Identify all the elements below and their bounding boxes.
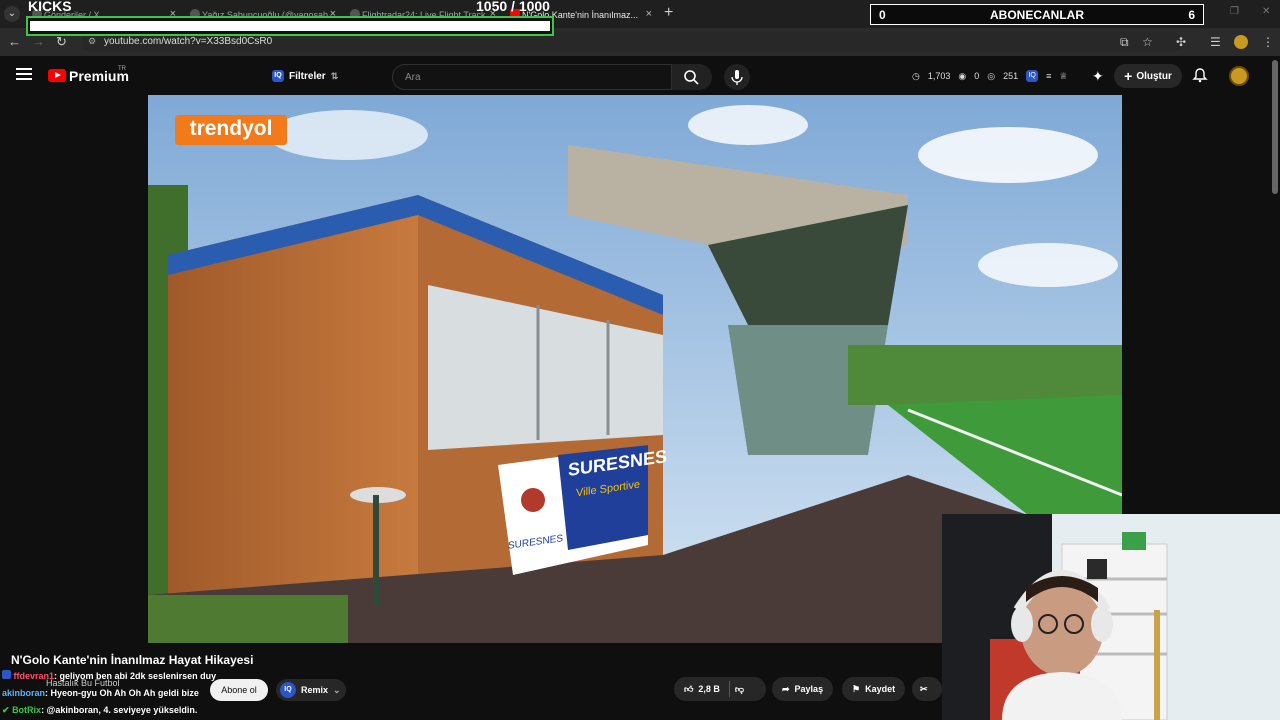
goal-counter: 1050 / 1000 (476, 0, 550, 14)
webcam-image (942, 514, 1280, 720)
goal-target: 1000 (518, 0, 550, 14)
abone-title: ABONECANLAR (990, 7, 1084, 22)
extension-icon[interactable]: IQ (1026, 70, 1039, 82)
goal-separator: / (511, 0, 515, 14)
menu-dots-icon[interactable]: ⋮ (1262, 35, 1274, 49)
reload-icon[interactable]: ↻ (56, 34, 67, 50)
verified-check-icon: ✔ (2, 705, 10, 715)
comment-icon: ◎ (987, 70, 996, 81)
youtube-header: Premium TR IQ Filtreler ⇅ Ara ◷ 1,703 ◉ … (0, 56, 1280, 96)
trophy-icon[interactable]: ♕ (1059, 71, 1067, 82)
goal-current: 1050 (476, 0, 508, 14)
chat-badge-icon (2, 670, 11, 679)
divider (728, 681, 730, 697)
bookmark-icon: ⚑ (852, 683, 861, 694)
sponsor-logo-text: trendyol (189, 117, 273, 140)
thumbs-down-icon[interactable]: 👎︎ (735, 684, 744, 695)
remix-label: Remix (301, 685, 329, 695)
eye-icon: ◉ (958, 70, 967, 81)
thumbs-up-icon: 👍︎ (684, 683, 694, 694)
tab-search-icon[interactable]: ⌄ (4, 6, 20, 22)
extensions-icon[interactable]: ✣ (1176, 35, 1186, 49)
goal-progress-fill (30, 21, 550, 31)
clip-button[interactable]: ✂ (912, 677, 942, 701)
goal-progress-bar (26, 16, 554, 36)
region-label: TR (118, 66, 126, 72)
notifications-bell-icon[interactable] (1192, 67, 1208, 83)
chat-user: ffdevran1 (13, 671, 55, 681)
back-icon[interactable]: ← (8, 34, 21, 49)
bookmark-star-icon[interactable]: ☆ (1142, 35, 1153, 49)
page-scrollbar[interactable] (1272, 60, 1278, 194)
search-placeholder: Ara (405, 72, 421, 83)
filters-label: Filtreler (289, 70, 326, 82)
webcam-overlay (942, 514, 1280, 720)
extension-stats: ◷ 1,703 ◉ 0 ◎ 251 IQ ≡ ♕ (912, 70, 1068, 82)
save-label: Kaydet (865, 684, 896, 694)
site-info-icon[interactable]: ⚙ (88, 36, 99, 47)
chat-text: : @akinboran, 4. seviyeye yükseldin. (41, 705, 198, 715)
share-label: Paylaş (794, 684, 824, 694)
new-tab-icon[interactable]: + (664, 4, 673, 22)
close-window-icon[interactable]: ✕ (1262, 6, 1270, 17)
list-icon[interactable]: ≡ (1046, 71, 1051, 81)
stat-one: 1,703 (927, 71, 951, 81)
chat-user: akinboran (2, 688, 46, 698)
install-icon[interactable]: ⧉ (1120, 35, 1129, 50)
extension-icon: IQ (272, 70, 284, 82)
chat-user: BotRix (12, 705, 42, 715)
gift-icon[interactable]: ✦ (1092, 68, 1104, 85)
voice-search-button[interactable] (724, 64, 750, 90)
extension-icon: IQ (280, 682, 296, 698)
remix-button[interactable]: IQ Remix ⌄ (276, 679, 346, 701)
search-input[interactable]: Ara (392, 64, 672, 90)
chat-text: : geliyom ben abi 2dk seslenirsen duy (54, 671, 217, 681)
chat-message: akinboran: Hyeon-gyu Oh Ah Oh Ah geldi b… (2, 688, 199, 698)
scissors-icon: ✂ (920, 683, 928, 694)
youtube-logo-icon[interactable] (48, 69, 66, 82)
create-button[interactable]: + Oluştur (1114, 64, 1182, 88)
abone-left-count: 0 (879, 7, 886, 22)
clock-icon: ◷ (912, 70, 920, 81)
video-title: N'Golo Kante'nin İnanılmaz Hayat Hikayes… (11, 653, 254, 667)
sliders-icon: ⇅ (330, 70, 339, 81)
plus-icon: + (1124, 68, 1133, 84)
subscriber-goal-box: 0 ABONECANLAR 6 (870, 4, 1204, 25)
search-button[interactable] (672, 64, 712, 90)
like-count: 2,8 B (698, 684, 720, 694)
chat-message: ffdevran1: geliyom ben abi 2dk seslenirs… (2, 670, 216, 681)
menu-icon[interactable] (16, 68, 32, 80)
restore-icon[interactable]: ❐ (1230, 6, 1239, 17)
reading-list-icon[interactable]: ☰ (1210, 35, 1221, 49)
filters-button[interactable]: IQ Filtreler ⇅ (264, 64, 346, 88)
like-button[interactable]: 👍︎ 2,8 B 👎︎ (674, 677, 766, 701)
create-label: Oluştur (1136, 70, 1172, 82)
stat-two: 0 (974, 71, 980, 81)
share-icon: ➦ (782, 683, 790, 694)
stat-three: 251 (1003, 71, 1019, 81)
save-button[interactable]: ⚑ Kaydet (842, 677, 906, 701)
chat-text: : Hyeon-gyu Oh Ah Oh Ah geldi bize (45, 688, 199, 698)
avatar[interactable] (1229, 66, 1249, 86)
close-icon[interactable]: × (646, 8, 652, 20)
microphone-icon (731, 70, 743, 85)
forward-icon[interactable]: → (32, 34, 45, 49)
url-text: youtube.com/watch?v=X33Bsd0CsR0 (104, 36, 273, 47)
profile-icon[interactable] (1234, 35, 1248, 49)
kicks-label: KICKS (28, 0, 72, 14)
search-icon (684, 70, 699, 85)
abone-right-count: 6 (1188, 7, 1195, 22)
chat-message: ✔ BotRix: @akinboran, 4. seviyeye yüksel… (2, 705, 197, 716)
share-button[interactable]: ➦ Paylaş (772, 677, 834, 701)
chevron-down-icon: ⌄ (333, 684, 341, 695)
subscribe-button[interactable]: Abone ol (210, 679, 268, 701)
